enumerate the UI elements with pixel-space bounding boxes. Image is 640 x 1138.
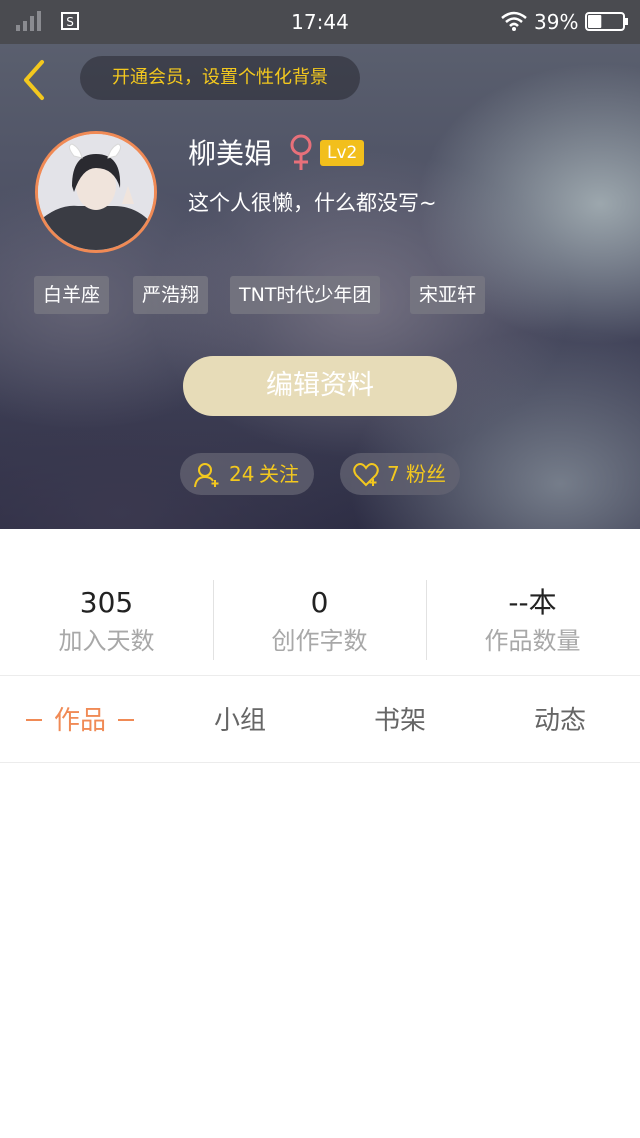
- tab-works[interactable]: 作品: [0, 676, 160, 762]
- following-count: 24: [229, 462, 255, 486]
- edit-profile-button[interactable]: 编辑资料: [183, 356, 457, 416]
- profile-header: 开通会员，设置个性化背景 柳美娟 Lv2 这个人很懒，什么都没写~ 白羊座 严浩…: [0, 44, 640, 529]
- tab-activity[interactable]: 动态: [480, 676, 640, 762]
- heart-icon: [353, 463, 379, 487]
- tab-bar: 作品 小组 书架 动态: [0, 676, 640, 763]
- followers-count: 7: [387, 462, 400, 486]
- tab-indicator-left: [25, 718, 42, 721]
- avatar[interactable]: [35, 131, 157, 253]
- following-label: 关注: [259, 462, 299, 486]
- stat-value: 305: [79, 586, 134, 619]
- female-icon: [290, 134, 312, 170]
- tab-label: 小组: [213, 706, 266, 736]
- following-button[interactable]: 24 关注: [180, 453, 314, 495]
- tab-label: 书架: [373, 706, 426, 736]
- stat-word-count: 0 创作字数: [213, 529, 426, 675]
- stat-label: 加入天数: [58, 627, 155, 655]
- status-bar: S 17:44 39%: [0, 0, 640, 44]
- battery-percent: 39%: [534, 10, 579, 34]
- add-user-icon: [194, 463, 219, 488]
- followers-button[interactable]: 7 粉丝: [340, 453, 460, 495]
- tab-indicator-right: [118, 718, 134, 721]
- tag[interactable]: 白羊座: [34, 276, 110, 314]
- chevron-left-icon[interactable]: [16, 56, 52, 104]
- stat-label: 作品数量: [484, 627, 581, 655]
- bio: 这个人很懒，什么都没写~: [188, 191, 437, 215]
- level-badge: Lv2: [320, 140, 365, 166]
- battery-icon: [585, 12, 628, 31]
- tab-groups[interactable]: 小组: [160, 676, 320, 762]
- tag[interactable]: TNT时代少年团: [230, 276, 381, 314]
- username: 柳美娟: [188, 137, 273, 170]
- followers-label: 粉丝: [406, 462, 446, 486]
- wifi-icon: [501, 11, 527, 31]
- tab-label: 作品: [53, 706, 106, 736]
- vip-banner[interactable]: 开通会员，设置个性化背景: [80, 56, 360, 100]
- tab-label: 动态: [533, 706, 586, 736]
- works-content: [0, 763, 640, 1138]
- tag[interactable]: 宋亚轩: [410, 276, 486, 314]
- tag[interactable]: 严浩翔: [133, 276, 209, 314]
- stat-join-days: 305 加入天数: [0, 529, 213, 675]
- stat-works-count: --本 作品数量: [426, 529, 639, 675]
- stat-value: --本: [508, 586, 557, 619]
- stat-value: 0: [310, 586, 329, 619]
- stats-row: 305 加入天数 0 创作字数 --本 作品数量: [0, 529, 640, 676]
- tab-bookshelf[interactable]: 书架: [320, 676, 480, 762]
- stat-label: 创作字数: [271, 627, 368, 655]
